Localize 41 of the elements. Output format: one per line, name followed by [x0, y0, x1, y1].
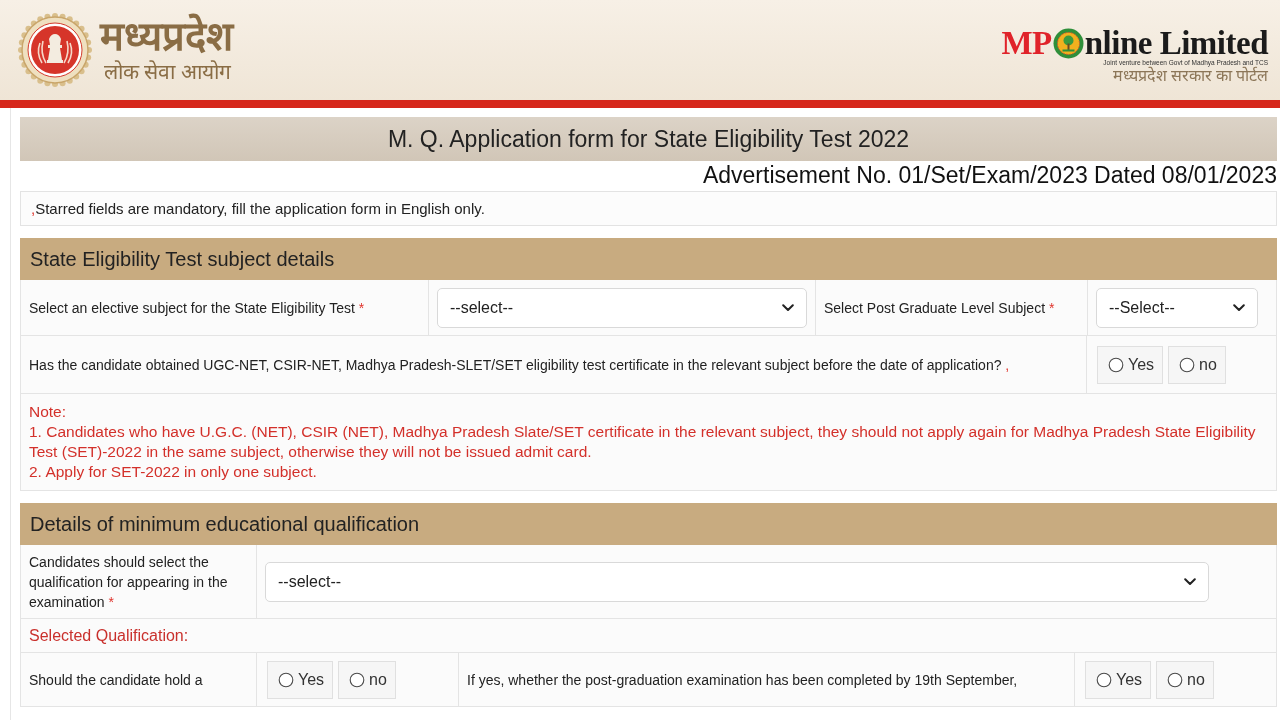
- advertisement-text: Advertisement No. 01/Set/Exam/2023 Dated 08/01/2023: [701, 161, 1277, 189]
- chevron-icon: [1184, 577, 1196, 586]
- radio-icon[interactable]: [349, 671, 366, 688]
- field-label: Select Post Graduate Level Subject *: [824, 298, 1055, 318]
- emblem-icon: [1052, 27, 1084, 59]
- portal-logo-text: MP: [1001, 28, 1052, 58]
- radio-option[interactable]: Yes: [1097, 345, 1164, 384]
- field-label: Candidates should select the qualification for appearing in the examination *: [29, 552, 229, 612]
- question-text: Should the candidate hold a: [29, 670, 203, 690]
- portal-hindi-tagline: मध्यप्रदेश सरकार का पोर्टल: [1113, 66, 1268, 85]
- radio-option[interactable]: no: [1156, 660, 1214, 699]
- radio-option[interactable]: Yes: [1085, 660, 1152, 699]
- required-mark: ,: [31, 200, 36, 217]
- logo-title: मध्यप्रदेश: [100, 15, 233, 59]
- field-label: Select an elective subject for the State Eligibility Test *: [29, 298, 365, 318]
- section-heading: State Eligibility Test subject details: [20, 238, 1277, 280]
- portal-logo-text: nline Limited: [1084, 28, 1268, 58]
- subheading-text: Selected Qualification:: [29, 626, 189, 645]
- seal-icon: [18, 13, 92, 87]
- question-text: Has the candidate obtained UGC-NET, CSIR-NET, Madhya Pradesh-SLET/SET eligibility test certificate in the relevant subject before the date of application? ,: [29, 355, 1010, 375]
- dropdown[interactable]: --Select--: [1096, 287, 1258, 328]
- radio-icon[interactable]: [1108, 356, 1124, 373]
- chevron-icon: [1233, 303, 1245, 312]
- form-title: M. Q. Application form for State Eligibility Test 2022: [20, 117, 1277, 161]
- radio-option[interactable]: no: [338, 660, 396, 699]
- radio-icon[interactable]: [1096, 671, 1112, 688]
- notice-text: Starred fields are mandatory, fill the application form in English only.: [35, 200, 485, 217]
- note-heading: Note:: [29, 402, 68, 422]
- radio-option[interactable]: Yes: [267, 660, 334, 699]
- chevron-icon: [782, 303, 794, 312]
- radio-icon[interactable]: [278, 671, 294, 688]
- question-text: If yes, whether the post-graduation examination has been completed by 19th September,: [467, 670, 1018, 690]
- radio-icon[interactable]: [1179, 356, 1196, 373]
- logo-subtitle: लोक सेवा आयोग: [103, 59, 232, 85]
- dropdown[interactable]: --select--: [265, 561, 1209, 602]
- section-heading: Details of minimum educational qualification: [20, 503, 1277, 545]
- dropdown[interactable]: --select--: [437, 287, 807, 328]
- note-item: 1. Candidates who have U.G.C. (NET), CSIR (NET), Madhya Pradesh Slate/SET certificate in the relevant subject, they should not apply again for Madhya Pradesh State Eligibility Test (SET)-2022 in the same subject, otherwise they will not be issued admit card.: [29, 422, 1257, 462]
- radio-icon[interactable]: [1167, 671, 1184, 688]
- note-item: 2. Apply for SET-2022 in only one subject.: [29, 462, 318, 482]
- radio-option[interactable]: no: [1168, 345, 1226, 384]
